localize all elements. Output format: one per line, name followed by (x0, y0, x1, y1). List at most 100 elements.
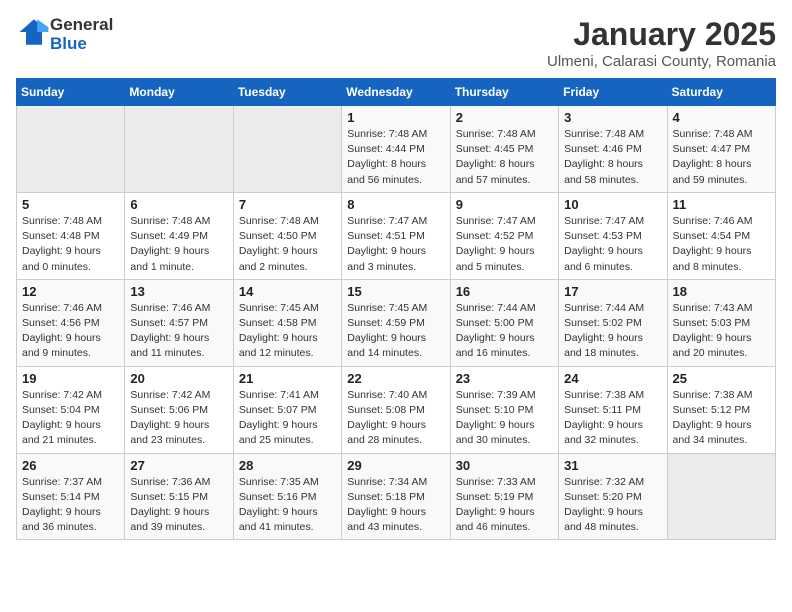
logo-icon (18, 16, 50, 48)
calendar-week-row: 12Sunrise: 7:46 AM Sunset: 4:56 PM Dayli… (17, 279, 776, 366)
calendar-day-cell: 8Sunrise: 7:47 AM Sunset: 4:51 PM Daylig… (342, 192, 450, 279)
day-number: 20 (130, 371, 227, 386)
calendar-day-cell (17, 106, 125, 193)
day-info: Sunrise: 7:46 AM Sunset: 4:57 PM Dayligh… (130, 301, 227, 362)
calendar-day-cell: 24 Sunrise: 7:38 AM Sunset: 5:11 PM Dayli… (559, 366, 667, 453)
day-info: Sunrise: 7:47 AM Sunset: 4:53 PM Dayligh… (564, 214, 661, 275)
day-info: Sunrise: 7:46 AM Sunset: 4:56 PM Dayligh… (22, 301, 119, 362)
page-header: General Blue January 2025 Ulmeni, Calara… (16, 16, 776, 70)
day-number: 9 (456, 197, 553, 212)
day-number: 26 (22, 458, 119, 473)
day-number: 7 (239, 197, 336, 212)
calendar-day-cell: 11Sunrise: 7:46 AM Sunset: 4:54 PM Dayli… (667, 192, 775, 279)
day-info: Sunrise: 7:48 AM Sunset: 4:48 PM Dayligh… (22, 214, 119, 275)
day-number: 5 (22, 197, 119, 212)
day-info: Sunrise: 7:40 AM Sunset: 5:08 PM Dayligh… (347, 388, 444, 449)
calendar-day-cell: 29 Sunrise: 7:34 AM Sunset: 5:18 PM Dayli… (342, 453, 450, 540)
day-number: 23 (456, 371, 553, 386)
day-number: 25 (673, 371, 770, 386)
calendar-subtitle: Ulmeni, Calarasi County, Romania (547, 53, 776, 70)
calendar-week-row: 1Sunrise: 7:48 AM Sunset: 4:44 PM Daylig… (17, 106, 776, 193)
calendar-day-cell: 7Sunrise: 7:48 AM Sunset: 4:50 PM Daylig… (233, 192, 341, 279)
calendar-day-cell: 5 Sunrise: 7:48 AM Sunset: 4:48 PM Daylig… (17, 192, 125, 279)
calendar-day-cell: 1Sunrise: 7:48 AM Sunset: 4:44 PM Daylig… (342, 106, 450, 193)
calendar-day-cell: 17 Sunrise: 7:44 AM Sunset: 5:02 PM Dayli… (559, 279, 667, 366)
day-info: Sunrise: 7:41 AM Sunset: 5:07 PM Dayligh… (239, 388, 336, 449)
day-info: Sunrise: 7:32 AM Sunset: 5:20 PM Dayligh… (564, 475, 661, 536)
calendar-day-cell: 15Sunrise: 7:45 AM Sunset: 4:59 PM Dayli… (342, 279, 450, 366)
calendar-day-cell: 10 Sunrise: 7:47 AM Sunset: 4:53 PM Dayli… (559, 192, 667, 279)
day-number: 24 (564, 371, 661, 386)
logo-blue: Blue (50, 35, 113, 54)
calendar-day-cell: 21 Sunrise: 7:41 AM Sunset: 5:07 PM Dayli… (233, 366, 341, 453)
title-area: January 2025 Ulmeni, Calarasi County, Ro… (547, 16, 776, 70)
day-info: Sunrise: 7:42 AM Sunset: 5:06 PM Dayligh… (130, 388, 227, 449)
day-number: 1 (347, 110, 444, 125)
day-number: 10 (564, 197, 661, 212)
day-info: Sunrise: 7:39 AM Sunset: 5:10 PM Dayligh… (456, 388, 553, 449)
calendar-day-cell (233, 106, 341, 193)
day-info: Sunrise: 7:44 AM Sunset: 5:00 PM Dayligh… (456, 301, 553, 362)
day-info: Sunrise: 7:38 AM Sunset: 5:11 PM Dayligh… (564, 388, 661, 449)
day-number: 29 (347, 458, 444, 473)
day-number: 17 (564, 284, 661, 299)
day-number: 27 (130, 458, 227, 473)
day-number: 11 (673, 197, 770, 212)
calendar-day-cell: 27Sunrise: 7:36 AM Sunset: 5:15 PM Dayli… (125, 453, 233, 540)
day-info: Sunrise: 7:37 AM Sunset: 5:14 PM Dayligh… (22, 475, 119, 536)
logo: General Blue (16, 16, 113, 53)
day-info: Sunrise: 7:34 AM Sunset: 5:18 PM Dayligh… (347, 475, 444, 536)
day-number: 16 (456, 284, 553, 299)
calendar-day-cell: 26 Sunrise: 7:37 AM Sunset: 5:14 PM Dayli… (17, 453, 125, 540)
calendar-day-cell: 31 Sunrise: 7:32 AM Sunset: 5:20 PM Dayli… (559, 453, 667, 540)
weekday-header: Wednesday (342, 79, 450, 106)
calendar-day-cell: 3Sunrise: 7:48 AM Sunset: 4:46 PM Daylig… (559, 106, 667, 193)
calendar-day-cell: 19 Sunrise: 7:42 AM Sunset: 5:04 PM Dayli… (17, 366, 125, 453)
calendar-week-row: 5 Sunrise: 7:48 AM Sunset: 4:48 PM Daylig… (17, 192, 776, 279)
calendar-day-cell: 13 Sunrise: 7:46 AM Sunset: 4:57 PM Dayli… (125, 279, 233, 366)
day-info: Sunrise: 7:44 AM Sunset: 5:02 PM Dayligh… (564, 301, 661, 362)
day-number: 2 (456, 110, 553, 125)
calendar-day-cell: 12Sunrise: 7:46 AM Sunset: 4:56 PM Dayli… (17, 279, 125, 366)
calendar-title: January 2025 (547, 16, 776, 53)
calendar-day-cell: 16 Sunrise: 7:44 AM Sunset: 5:00 PM Dayli… (450, 279, 558, 366)
weekday-header: Thursday (450, 79, 558, 106)
calendar-day-cell: 18Sunrise: 7:43 AM Sunset: 5:03 PM Dayli… (667, 279, 775, 366)
day-info: Sunrise: 7:33 AM Sunset: 5:19 PM Dayligh… (456, 475, 553, 536)
calendar-day-cell: 23 Sunrise: 7:39 AM Sunset: 5:10 PM Dayli… (450, 366, 558, 453)
day-info: Sunrise: 7:48 AM Sunset: 4:47 PM Dayligh… (673, 127, 770, 188)
day-number: 28 (239, 458, 336, 473)
calendar-day-cell: 20 Sunrise: 7:42 AM Sunset: 5:06 PM Dayli… (125, 366, 233, 453)
day-info: Sunrise: 7:38 AM Sunset: 5:12 PM Dayligh… (673, 388, 770, 449)
weekday-header: Friday (559, 79, 667, 106)
calendar-header-row: SundayMondayTuesdayWednesdayThursdayFrid… (17, 79, 776, 106)
calendar-day-cell: 14Sunrise: 7:45 AM Sunset: 4:58 PM Dayli… (233, 279, 341, 366)
calendar-day-cell: 6 Sunrise: 7:48 AM Sunset: 4:49 PM Daylig… (125, 192, 233, 279)
day-info: Sunrise: 7:45 AM Sunset: 4:59 PM Dayligh… (347, 301, 444, 362)
day-number: 21 (239, 371, 336, 386)
day-info: Sunrise: 7:47 AM Sunset: 4:52 PM Dayligh… (456, 214, 553, 275)
calendar-day-cell: 9 Sunrise: 7:47 AM Sunset: 4:52 PM Daylig… (450, 192, 558, 279)
weekday-header: Sunday (17, 79, 125, 106)
day-number: 22 (347, 371, 444, 386)
calendar-day-cell: 25 Sunrise: 7:38 AM Sunset: 5:12 PM Dayli… (667, 366, 775, 453)
day-number: 31 (564, 458, 661, 473)
day-number: 14 (239, 284, 336, 299)
day-number: 19 (22, 371, 119, 386)
day-info: Sunrise: 7:43 AM Sunset: 5:03 PM Dayligh… (673, 301, 770, 362)
calendar-table: SundayMondayTuesdayWednesdayThursdayFrid… (16, 78, 776, 540)
calendar-week-row: 19 Sunrise: 7:42 AM Sunset: 5:04 PM Dayli… (17, 366, 776, 453)
day-info: Sunrise: 7:48 AM Sunset: 4:49 PM Dayligh… (130, 214, 227, 275)
weekday-header: Saturday (667, 79, 775, 106)
calendar-day-cell: 22 Sunrise: 7:40 AM Sunset: 5:08 PM Dayli… (342, 366, 450, 453)
day-number: 13 (130, 284, 227, 299)
day-info: Sunrise: 7:42 AM Sunset: 5:04 PM Dayligh… (22, 388, 119, 449)
day-number: 6 (130, 197, 227, 212)
calendar-day-cell (125, 106, 233, 193)
calendar-week-row: 26 Sunrise: 7:37 AM Sunset: 5:14 PM Dayli… (17, 453, 776, 540)
weekday-header: Tuesday (233, 79, 341, 106)
day-number: 8 (347, 197, 444, 212)
calendar-day-cell: 4Sunrise: 7:48 AM Sunset: 4:47 PM Daylig… (667, 106, 775, 193)
calendar-day-cell: 28Sunrise: 7:35 AM Sunset: 5:16 PM Dayli… (233, 453, 341, 540)
day-info: Sunrise: 7:48 AM Sunset: 4:46 PM Dayligh… (564, 127, 661, 188)
